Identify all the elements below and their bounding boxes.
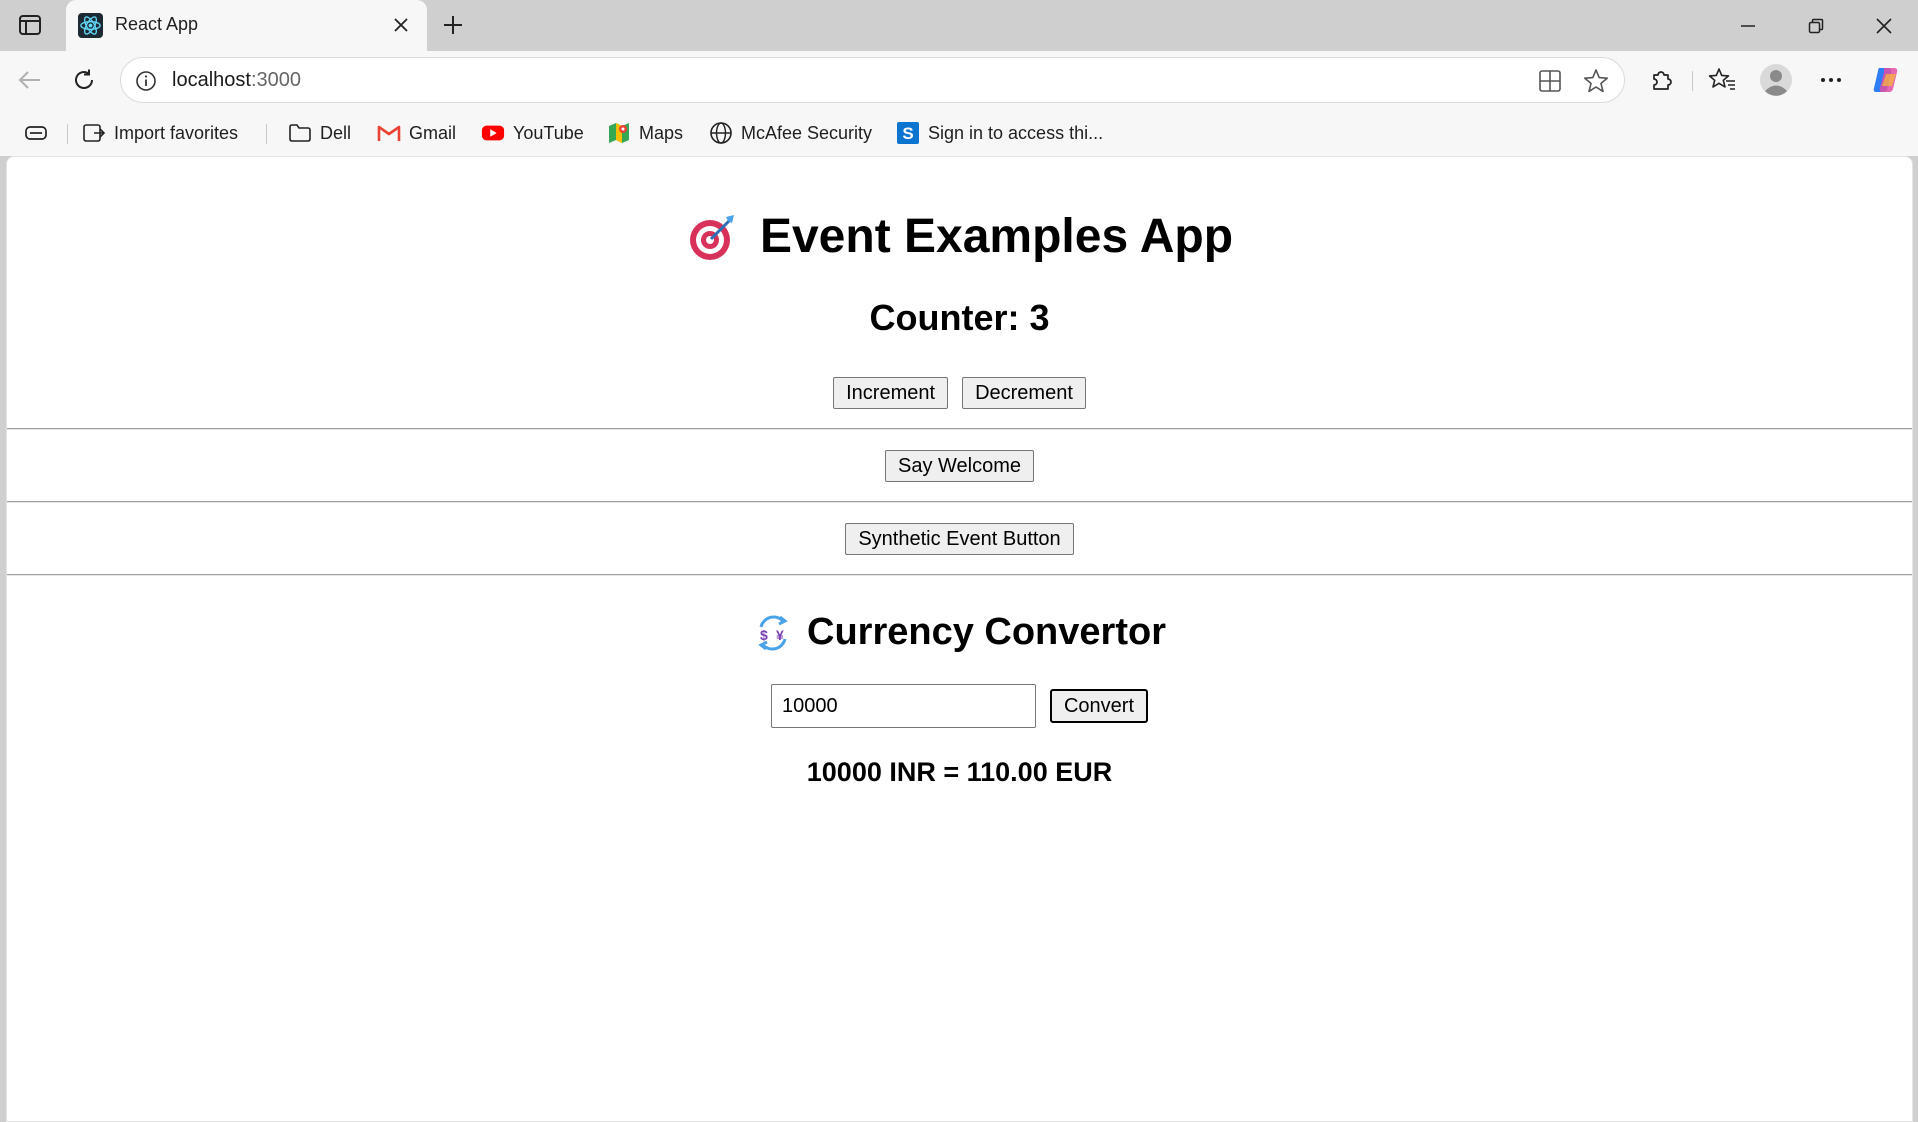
target-icon — [689, 214, 734, 260]
tab-actions-button[interactable] — [14, 10, 46, 40]
active-tab[interactable]: React App — [66, 0, 427, 51]
synthetic-row: Synthetic Event Button — [7, 523, 1912, 555]
app-title: Event Examples App — [7, 209, 1912, 264]
svg-text:¥: ¥ — [776, 627, 784, 643]
site-info-button[interactable] — [133, 68, 159, 94]
fav-label: McAfee Security — [741, 122, 873, 143]
copilot-button[interactable] — [1866, 61, 1906, 99]
info-icon — [136, 71, 156, 91]
page-viewport: Event Examples App Counter: 3 Increment … — [6, 156, 1913, 1122]
tab-strip: React App — [0, 0, 1918, 51]
puzzle-icon — [1653, 71, 1672, 90]
say-welcome-button[interactable]: Say Welcome — [884, 450, 1034, 482]
folder-icon — [288, 121, 312, 145]
divider — [7, 428, 1912, 430]
fav-gmail[interactable]: Gmail — [377, 118, 456, 148]
extensions-button[interactable] — [1642, 61, 1682, 99]
tab-close-button[interactable] — [388, 12, 414, 38]
favorites-button[interactable] — [1702, 61, 1742, 99]
more-icon — [1821, 78, 1841, 82]
welcome-row: Say Welcome — [7, 450, 1912, 482]
svg-text:$: $ — [760, 627, 768, 643]
plus-icon — [444, 16, 462, 34]
fav-label: Dell — [320, 122, 352, 143]
youtube-icon — [481, 121, 505, 145]
minimize-button[interactable] — [1714, 0, 1782, 51]
browser-toolbar: localhost:3000 — [0, 51, 1918, 110]
minimize-icon — [1741, 24, 1755, 27]
url-port: :3000 — [250, 69, 301, 91]
maps-icon — [607, 121, 631, 145]
app-title-text: Event Examples App — [759, 210, 1234, 263]
restore-button[interactable] — [1782, 0, 1850, 51]
url-host: localhost — [172, 69, 251, 91]
url-text: localhost:3000 — [172, 69, 301, 92]
profile-button[interactable] — [1756, 61, 1796, 99]
tab-actions-icon — [19, 15, 41, 35]
close-window-button[interactable] — [1850, 0, 1918, 51]
favorites-star-list-icon — [1708, 68, 1735, 90]
address-bar[interactable]: localhost:3000 — [120, 57, 1625, 103]
synthetic-event-button[interactable]: Synthetic Event Button — [845, 523, 1074, 555]
hide-favorites-button[interactable] — [24, 118, 48, 148]
divider — [7, 574, 1912, 576]
fav-sign-in[interactable]: S Sign in to access thi... — [896, 118, 1103, 148]
toolbar-divider — [1692, 71, 1693, 91]
tab-title: React App — [115, 14, 199, 34]
fav-label: YouTube — [513, 122, 584, 143]
favorites-bar: Import favorites Dell Gmail YouTube Maps… — [0, 110, 1918, 156]
s-icon: S — [896, 121, 920, 145]
gmail-icon — [377, 121, 401, 145]
app-available-button[interactable] — [1535, 66, 1565, 96]
app-grid-icon — [1539, 70, 1561, 92]
svg-text:S: S — [902, 124, 913, 143]
divider — [7, 501, 1912, 503]
counter-buttons: Increment Decrement — [7, 377, 1912, 409]
star-icon — [1584, 69, 1608, 93]
new-tab-button[interactable] — [437, 10, 469, 40]
restore-icon — [1808, 18, 1824, 33]
settings-more-button[interactable] — [1811, 61, 1851, 99]
fav-youtube[interactable]: YouTube — [481, 118, 584, 148]
add-favorite-button[interactable] — [1581, 66, 1611, 96]
favorites-bar-icon — [24, 121, 48, 145]
amount-input[interactable] — [770, 684, 1036, 728]
currency-exchange-icon: $ ¥ — [758, 615, 788, 650]
back-arrow-icon — [18, 71, 40, 89]
react-logo-icon — [78, 13, 103, 38]
copilot-icon — [1873, 68, 1898, 92]
close-icon — [394, 18, 408, 32]
back-button[interactable] — [10, 61, 50, 99]
convert-button[interactable]: Convert — [1049, 689, 1149, 723]
globe-icon — [709, 121, 733, 145]
import-icon — [82, 121, 106, 145]
fav-label: Maps — [639, 122, 684, 143]
favorites-divider — [266, 124, 267, 144]
increment-button[interactable]: Increment — [833, 377, 949, 409]
fav-label: Sign in to access thi... — [928, 122, 1104, 143]
avatar-icon — [1760, 64, 1792, 96]
converter-title: $ ¥ Currency Convertor — [7, 611, 1912, 654]
close-icon — [1876, 17, 1892, 34]
converter-title-text: Currency Convertor — [807, 611, 1166, 653]
refresh-button[interactable] — [64, 61, 104, 99]
favorites-divider — [67, 124, 68, 144]
fav-dell[interactable]: Dell — [288, 118, 351, 148]
fav-label: Import favorites — [114, 122, 239, 143]
decrement-button[interactable]: Decrement — [962, 377, 1086, 409]
fav-maps[interactable]: Maps — [607, 118, 683, 148]
conversion-result: 10000 INR = 110.00 EUR — [806, 757, 1113, 787]
counter-display: Counter: 3 — [869, 297, 1050, 338]
fav-import-favorites[interactable]: Import favorites — [82, 118, 238, 148]
fav-label: Gmail — [409, 122, 457, 143]
converter-form: Convert — [7, 684, 1912, 728]
fav-mcafee-security[interactable]: McAfee Security — [709, 118, 872, 148]
refresh-icon — [75, 69, 93, 89]
